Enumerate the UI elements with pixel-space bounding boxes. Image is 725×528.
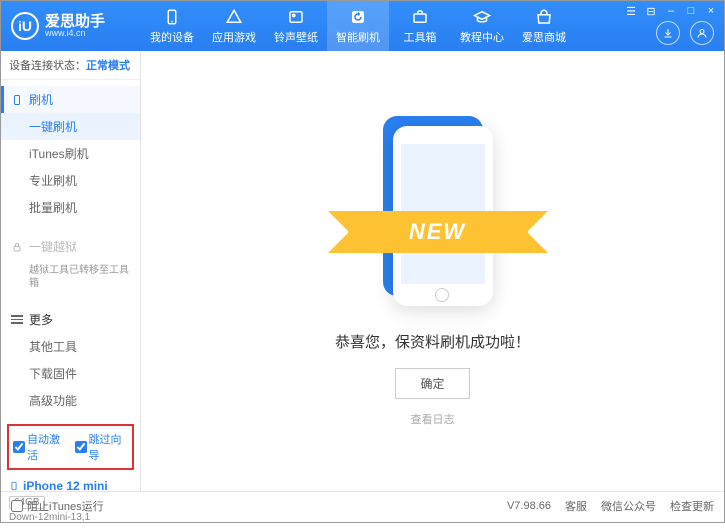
sidebar-jailbreak-header[interactable]: 一键越狱: [1, 233, 140, 260]
graduation-icon: [473, 8, 491, 26]
customer-service-link[interactable]: 客服: [565, 498, 587, 514]
sidebar-more-header[interactable]: 更多: [1, 306, 140, 333]
sidebar-one-click-flash[interactable]: 一键刷机: [1, 113, 140, 140]
nav-tutorials[interactable]: 教程中心: [451, 1, 513, 51]
connection-status: 设备连接状态：正常模式: [1, 51, 140, 80]
nav-apps[interactable]: 应用游戏: [203, 1, 265, 51]
lock-icon: [11, 241, 23, 253]
auto-activate-checkbox[interactable]: 自动激活: [13, 431, 67, 463]
refresh-icon: [349, 8, 367, 26]
device-name: iPhone 12 mini: [9, 479, 132, 493]
block-itunes-checkbox[interactable]: 阻止iTunes运行: [11, 498, 104, 514]
app-url: www.i4.cn: [45, 29, 105, 38]
close-button[interactable]: ×: [704, 5, 718, 18]
download-icon: [662, 27, 674, 39]
sidebar-batch-flash[interactable]: 批量刷机: [1, 194, 140, 221]
window-controls: ☰ ⊟ – □ ×: [624, 5, 718, 18]
menu-button[interactable]: ☰: [624, 5, 638, 18]
menu-icon: [11, 315, 23, 324]
sidebar-other-tools[interactable]: 其他工具: [1, 333, 140, 360]
check-update-link[interactable]: 检查更新: [670, 498, 714, 514]
toolbox-icon: [411, 8, 429, 26]
user-button[interactable]: [690, 21, 714, 45]
device-info: Down-12mini-13,1: [9, 512, 132, 523]
sidebar-pro-flash[interactable]: 专业刷机: [1, 167, 140, 194]
sidebar: 设备连接状态：正常模式 刷机 一键刷机 iTunes刷机 专业刷机 批量刷机 一…: [1, 51, 141, 491]
phone-icon: [11, 94, 23, 106]
apps-icon: [225, 8, 243, 26]
sidebar-flash-header[interactable]: 刷机: [1, 86, 140, 113]
nav-store[interactable]: 爱思商城: [513, 1, 575, 51]
main-nav: 我的设备 应用游戏 铃声壁纸 智能刷机 工具箱 教程中心 爱思商城: [141, 1, 575, 51]
maximize-button[interactable]: □: [684, 5, 698, 18]
phone-illustration: NEW: [363, 116, 503, 316]
app-logo-icon: iU: [11, 12, 39, 40]
phone-icon: [163, 8, 181, 26]
header-actions: [656, 21, 714, 45]
new-ribbon: NEW: [348, 211, 528, 253]
view-log-link[interactable]: 查看日志: [411, 411, 455, 427]
nav-my-device[interactable]: 我的设备: [141, 1, 203, 51]
success-message: 恭喜您，保资料刷机成功啦！: [335, 331, 530, 352]
sidebar-advanced[interactable]: 高级功能: [1, 387, 140, 414]
jailbreak-note: 越狱工具已转移至工具箱: [1, 260, 140, 294]
main-content: NEW 恭喜您，保资料刷机成功啦！ 确定 查看日志: [141, 51, 724, 491]
skip-wizard-checkbox[interactable]: 跳过向导: [75, 431, 129, 463]
nav-toolbox[interactable]: 工具箱: [389, 1, 451, 51]
user-icon: [696, 27, 708, 39]
lock-button[interactable]: ⊟: [644, 5, 658, 18]
options-box: 自动激活 跳过向导: [7, 424, 134, 470]
logo-area: iU 爱思助手 www.i4.cn: [1, 12, 141, 40]
minimize-button[interactable]: –: [664, 5, 678, 18]
store-icon: [535, 8, 553, 26]
nav-ringtones[interactable]: 铃声壁纸: [265, 1, 327, 51]
sidebar-download-firmware[interactable]: 下载固件: [1, 360, 140, 387]
wallpaper-icon: [287, 8, 305, 26]
download-button[interactable]: [656, 21, 680, 45]
confirm-button[interactable]: 确定: [395, 368, 469, 399]
version-label: V7.98.66: [507, 500, 551, 512]
app-name: 爱思助手: [45, 14, 105, 29]
nav-flash[interactable]: 智能刷机: [327, 1, 389, 51]
phone-icon: [9, 479, 19, 493]
sidebar-itunes-flash[interactable]: iTunes刷机: [1, 140, 140, 167]
wechat-link[interactable]: 微信公众号: [601, 498, 656, 514]
app-header: iU 爱思助手 www.i4.cn 我的设备 应用游戏 铃声壁纸 智能刷机 工具…: [1, 1, 724, 51]
